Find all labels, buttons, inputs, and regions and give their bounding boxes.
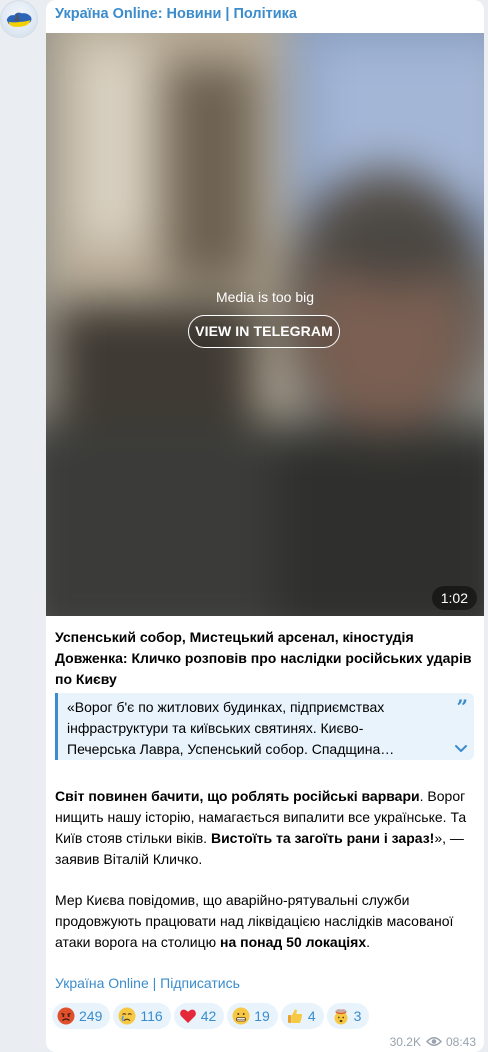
reaction-thumbs-up[interactable]: 4 [280,1003,324,1029]
bold-text: Світ повинен бачити, що роблять російськ… [55,788,420,804]
reaction-crying[interactable]: 116 [113,1003,171,1029]
bold-text: Вистоїть та загоїть рани і зараз! [210,830,435,846]
post-paragraph: Світ повинен бачити, що роблять російськ… [55,786,477,870]
reaction-count: 116 [140,1008,163,1024]
video-duration-badge: 1:02 [431,586,477,610]
reaction-grimacing[interactable]: 19 [227,1003,278,1029]
reactions-bar: 249 116 42 19 4 3 [52,1003,372,1029]
chevron-down-icon[interactable] [454,744,468,754]
bold-text: на понад 50 локаціях [220,934,367,950]
quote-line: «Ворог б'є по житлових будинках, підприє… [67,699,385,715]
reaction-exploding-head[interactable]: 3 [326,1003,370,1029]
view-in-telegram-button[interactable]: VIEW IN TELEGRAM [188,315,340,348]
post-time: 08:43 [445,1035,476,1049]
exploding-head-icon [332,1007,350,1025]
paragraph-text: . [366,934,371,950]
quote-block[interactable]: «Ворог б'є по житлових будинках, підприє… [55,693,474,760]
ukraine-map-icon [6,12,32,27]
thumbs-up-icon [286,1007,304,1025]
media-too-big-label: Media is too big [215,289,315,305]
message-bubble: Україна Online: Новини | Політика Media … [46,0,484,1052]
post-paragraph: Мер Києва повідомив, що аварійно-рятувал… [55,890,477,953]
channel-name[interactable]: Україна Online: Новини | Політика [55,6,297,22]
crying-face-icon [118,1007,136,1025]
reaction-heart[interactable]: 42 [173,1003,225,1029]
quote-mark-icon: ” [456,695,468,719]
reaction-count: 249 [79,1008,103,1024]
quote-line: інфраструктури та київських святинях. Ки… [67,720,364,736]
reaction-count: 42 [200,1008,217,1024]
subscribe-link[interactable]: Україна Online | Підписатись [55,975,240,991]
grimacing-face-icon [232,1007,250,1025]
reaction-count: 3 [353,1008,362,1024]
red-heart-icon [179,1007,197,1025]
angry-face-icon [57,1007,75,1025]
reaction-angry[interactable]: 249 [52,1003,111,1029]
reaction-count: 19 [254,1008,270,1024]
quote-line: Печерська Лавра, Успенський собор. Спадщ… [67,741,395,757]
eye-icon [425,1037,442,1046]
post-title: Успенський собор, Мистецький арсенал, кі… [55,629,472,687]
reaction-count: 4 [307,1008,316,1024]
video-preview[interactable]: Media is too big VIEW IN TELEGRAM 1:02 [46,33,484,616]
channel-avatar[interactable] [0,0,38,38]
message-meta: 30.2K 08:43 [390,1035,476,1049]
view-count: 30.2K [389,1035,421,1049]
